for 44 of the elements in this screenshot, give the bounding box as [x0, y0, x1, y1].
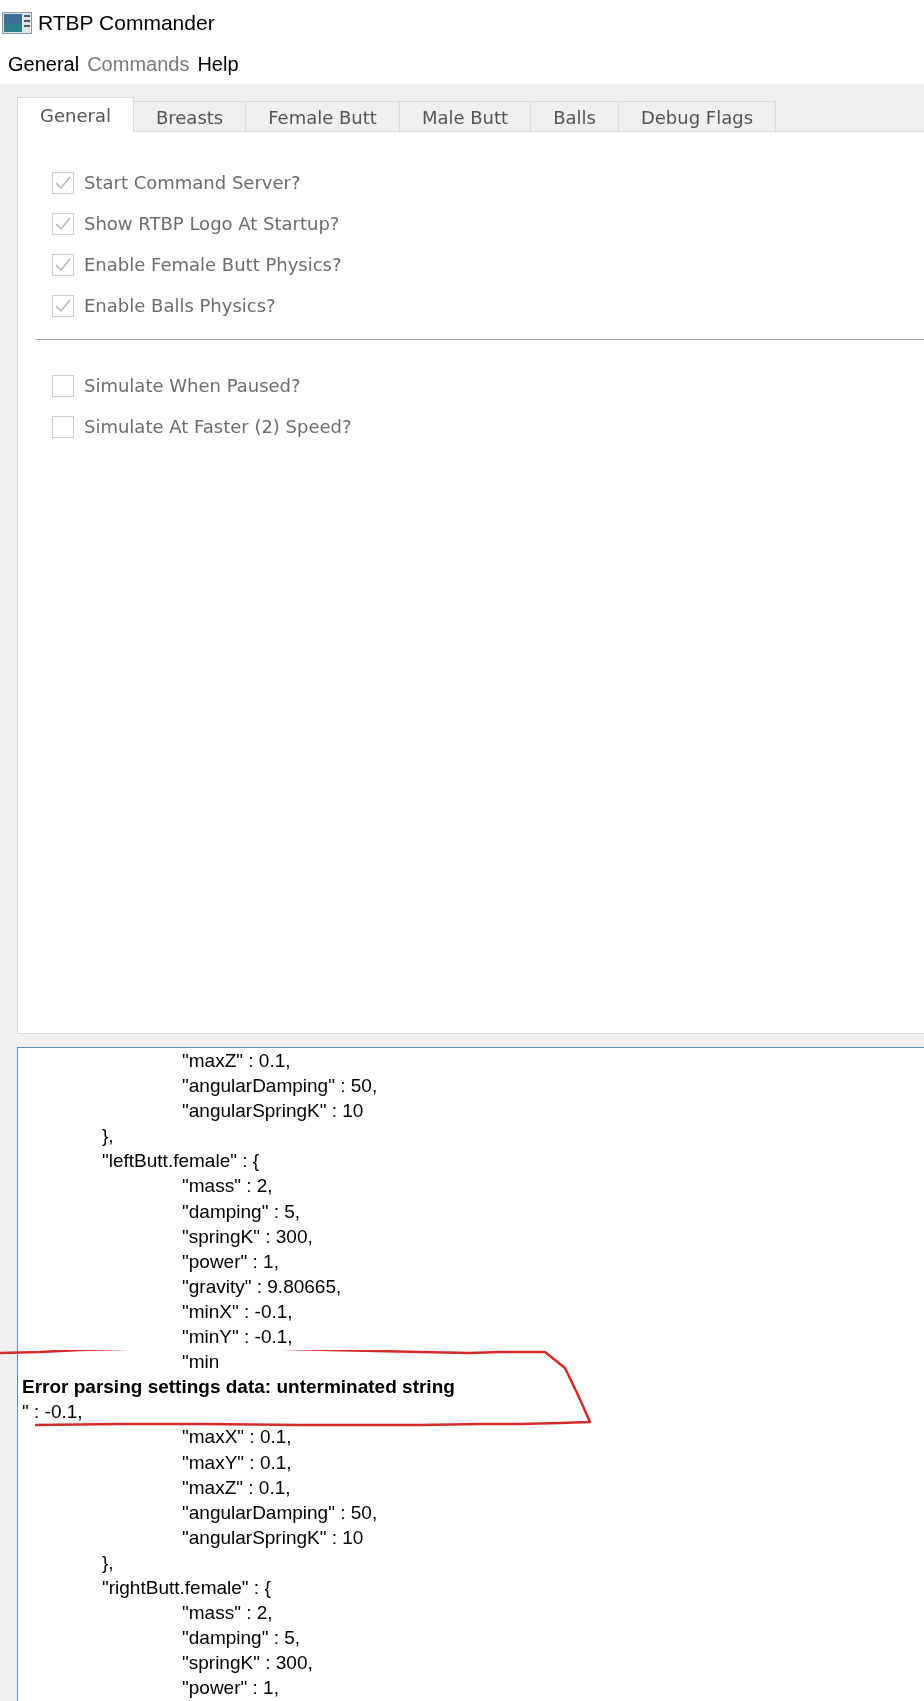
log-line: "damping" : 5, [181, 1199, 301, 1224]
log-line: "maxY" : 0.1, [181, 1450, 292, 1475]
checkbox-label: Enable Balls Physics? [84, 295, 276, 316]
checkbox[interactable] [52, 374, 74, 397]
log-line: "damping" : 5, [181, 1626, 301, 1651]
error-message: Error parsing settings data: unterminated string [22, 1375, 455, 1400]
log-line: "minX" : -0.1, [181, 1299, 293, 1324]
log-line: "maxZ" : 0.1, [181, 1049, 291, 1073]
log-line: }, [101, 1124, 114, 1149]
log-line: "power" : 1, [181, 1676, 279, 1701]
menu-item[interactable]: Help [197, 53, 247, 76]
log-line: "maxZ" : 0.1, [181, 1475, 291, 1500]
checkbox[interactable] [52, 415, 74, 438]
checkbox[interactable] [52, 294, 74, 317]
checkbox-label: Simulate At Faster (2) Speed? [84, 416, 352, 437]
app-icon [2, 11, 32, 34]
checkbox-label: Simulate When Paused? [84, 375, 301, 396]
tab[interactable]: General [17, 97, 134, 132]
log-line: "angularSpringK" : 10 [181, 1099, 364, 1124]
log-line: "mass" : 2, [181, 1601, 273, 1626]
log-line: "gravity" : 9.80665, [181, 1274, 342, 1299]
log-line: "min [181, 1350, 220, 1375]
log-line: "angularSpringK" : 10 [181, 1525, 364, 1550]
tab[interactable]: Debug Flags [617, 101, 776, 132]
window-title: RTBP Commander [38, 10, 215, 35]
log-line: }, [101, 1550, 114, 1575]
log-line: "leftButt.female" : { [101, 1149, 260, 1174]
log-line: " : -0.1, [22, 1400, 83, 1425]
checkbox-label: Start Command Server? [84, 172, 301, 193]
log-line: "angularDamping" : 50, [181, 1500, 378, 1525]
log-line: "rightButt.female" : { [101, 1575, 271, 1600]
log-line: "springK" : 300, [181, 1224, 313, 1249]
log-line: "angularDamping" : 50, [181, 1074, 378, 1099]
log-line: "mass" : 2, [181, 1174, 273, 1199]
checkbox-label: Enable Female Butt Physics? [84, 254, 342, 275]
checkbox[interactable] [52, 253, 74, 276]
log-line: "maxX" : 0.1, [181, 1425, 292, 1450]
checkbox[interactable] [52, 212, 74, 235]
checkbox-label: Show RTBP Logo At Startup? [84, 213, 340, 234]
menu-item[interactable]: General [8, 53, 88, 76]
checkbox[interactable] [52, 171, 74, 194]
log-line: "power" : 1, [181, 1249, 279, 1274]
log-line: "minY" : -0.1, [181, 1325, 293, 1350]
log-line: "springK" : 300, [181, 1651, 313, 1676]
